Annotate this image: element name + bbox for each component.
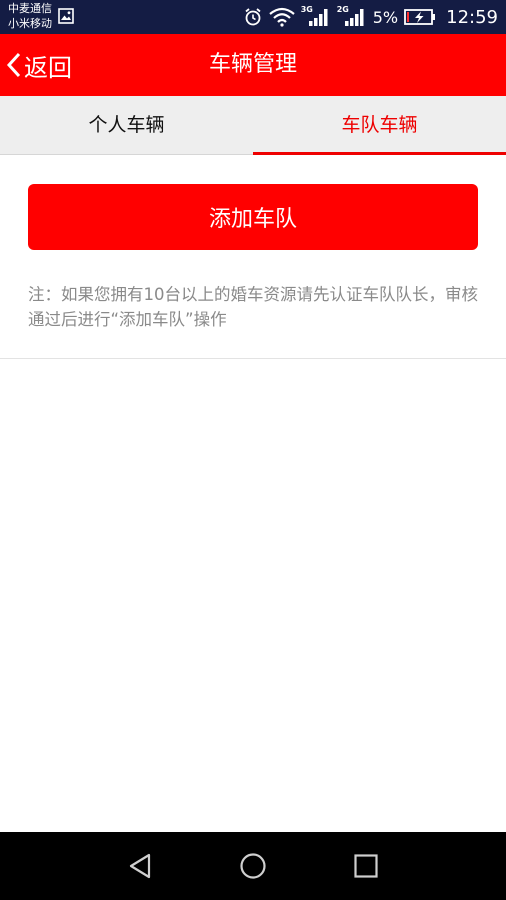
app-bar: 返回 车辆管理 <box>0 34 506 96</box>
battery-percent: 5% <box>372 7 399 27</box>
navigation-bar <box>0 832 506 900</box>
alarm-icon <box>245 8 261 26</box>
carrier-1: 中麦通信 <box>8 2 52 15</box>
page-title: 车辆管理 <box>208 52 297 77</box>
screen: 中麦通信 小米移动 3G 2G 5% 12:59 返回 车辆管理 个人车辆 车队… <box>0 0 506 900</box>
carrier-info: 中麦通信 小米移动 <box>8 1 52 31</box>
nav-recent-icon[interactable] <box>346 846 386 886</box>
carrier-2: 小米移动 <box>8 17 52 30</box>
divider <box>0 358 506 359</box>
wifi-icon <box>269 7 295 27</box>
back-label: 返回 <box>24 53 72 82</box>
network-3g: 3G <box>301 5 331 27</box>
fleet-note: 注：如果您拥有10台以上的婚车资源请先认证车队队长，审核通过后进行“添加车队”操… <box>28 285 478 329</box>
gallery-icon <box>58 8 74 24</box>
nav-home-icon[interactable] <box>233 846 273 886</box>
add-fleet-button[interactable]: 添加车队 <box>28 184 478 250</box>
signal-icon <box>308 9 328 26</box>
vehicle-tabs: 个人车辆 车队车辆 <box>0 96 506 155</box>
tab-fleet-vehicles[interactable]: 车队车辆 <box>253 96 506 155</box>
status-bar: 中麦通信 小米移动 3G 2G 5% 12:59 <box>0 0 506 34</box>
network-2g: 2G <box>337 5 367 27</box>
chevron-left-icon <box>6 52 21 78</box>
battery-charging-icon <box>404 9 436 25</box>
status-icons: 3G 2G 5% 12:59 <box>243 0 498 34</box>
clock: 12:59 <box>446 6 498 28</box>
tab-personal-vehicles[interactable]: 个人车辆 <box>0 96 253 154</box>
back-button[interactable]: 返回 <box>6 34 72 96</box>
nav-back-icon[interactable] <box>120 846 160 886</box>
signal-icon <box>344 9 364 26</box>
